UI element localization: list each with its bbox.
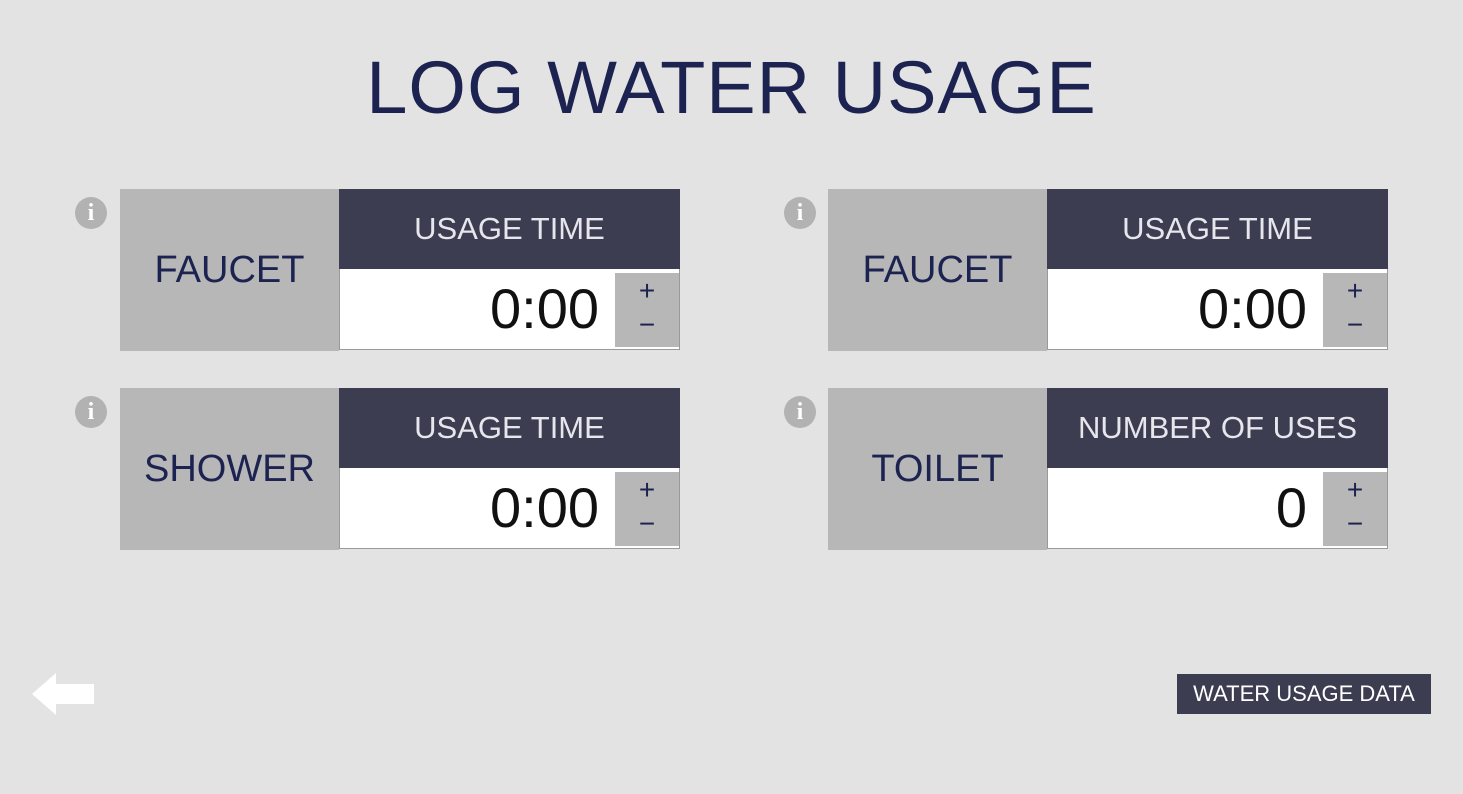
- usage-value-field[interactable]: 0:00 + −: [1047, 269, 1388, 350]
- decrement-button[interactable]: −: [615, 509, 679, 539]
- decrement-button[interactable]: −: [1323, 509, 1387, 539]
- decrement-button[interactable]: −: [615, 310, 679, 340]
- uses-value: 0: [1275, 476, 1307, 539]
- usage-value: 0:00: [490, 476, 599, 539]
- page-title: LOG WATER USAGE: [366, 46, 1097, 129]
- increment-button[interactable]: +: [1323, 276, 1387, 306]
- usage-stepper: + −: [1323, 273, 1387, 347]
- usage-value-field[interactable]: 0:00 + −: [339, 468, 680, 549]
- uses-value-field[interactable]: 0 + −: [1047, 468, 1388, 549]
- shower-card: SHOWER USAGE TIME 0:00 + −: [120, 388, 680, 550]
- faucet-info-icon[interactable]: i: [75, 197, 107, 229]
- card-header: USAGE TIME: [1047, 189, 1388, 269]
- usage-stepper: + −: [615, 273, 679, 347]
- usage-stepper: + −: [615, 472, 679, 546]
- increment-button[interactable]: +: [1323, 475, 1387, 505]
- faucet-info-icon[interactable]: i: [784, 197, 816, 229]
- card-label: FAUCET: [828, 189, 1047, 351]
- uses-stepper: + −: [1323, 472, 1387, 546]
- increment-button[interactable]: +: [615, 475, 679, 505]
- water-usage-data-button[interactable]: WATER USAGE DATA: [1177, 674, 1431, 714]
- card-label: FAUCET: [120, 189, 339, 351]
- card-header: USAGE TIME: [339, 189, 680, 269]
- usage-value: 0:00: [490, 277, 599, 340]
- card-header: NUMBER OF USES: [1047, 388, 1388, 468]
- usage-value: 0:00: [1198, 277, 1307, 340]
- toilet-card: TOILET NUMBER OF USES 0 + −: [828, 388, 1388, 550]
- card-label: SHOWER: [120, 388, 339, 550]
- decrement-button[interactable]: −: [1323, 310, 1387, 340]
- card-header: USAGE TIME: [339, 388, 680, 468]
- increment-button[interactable]: +: [615, 276, 679, 306]
- toilet-info-icon[interactable]: i: [784, 396, 816, 428]
- faucet-card-1: FAUCET USAGE TIME 0:00 + −: [120, 189, 680, 351]
- back-arrow-icon[interactable]: [32, 673, 94, 715]
- shower-info-icon[interactable]: i: [75, 396, 107, 428]
- card-label: TOILET: [828, 388, 1047, 550]
- faucet-card-2: FAUCET USAGE TIME 0:00 + −: [828, 189, 1388, 351]
- usage-value-field[interactable]: 0:00 + −: [339, 269, 680, 350]
